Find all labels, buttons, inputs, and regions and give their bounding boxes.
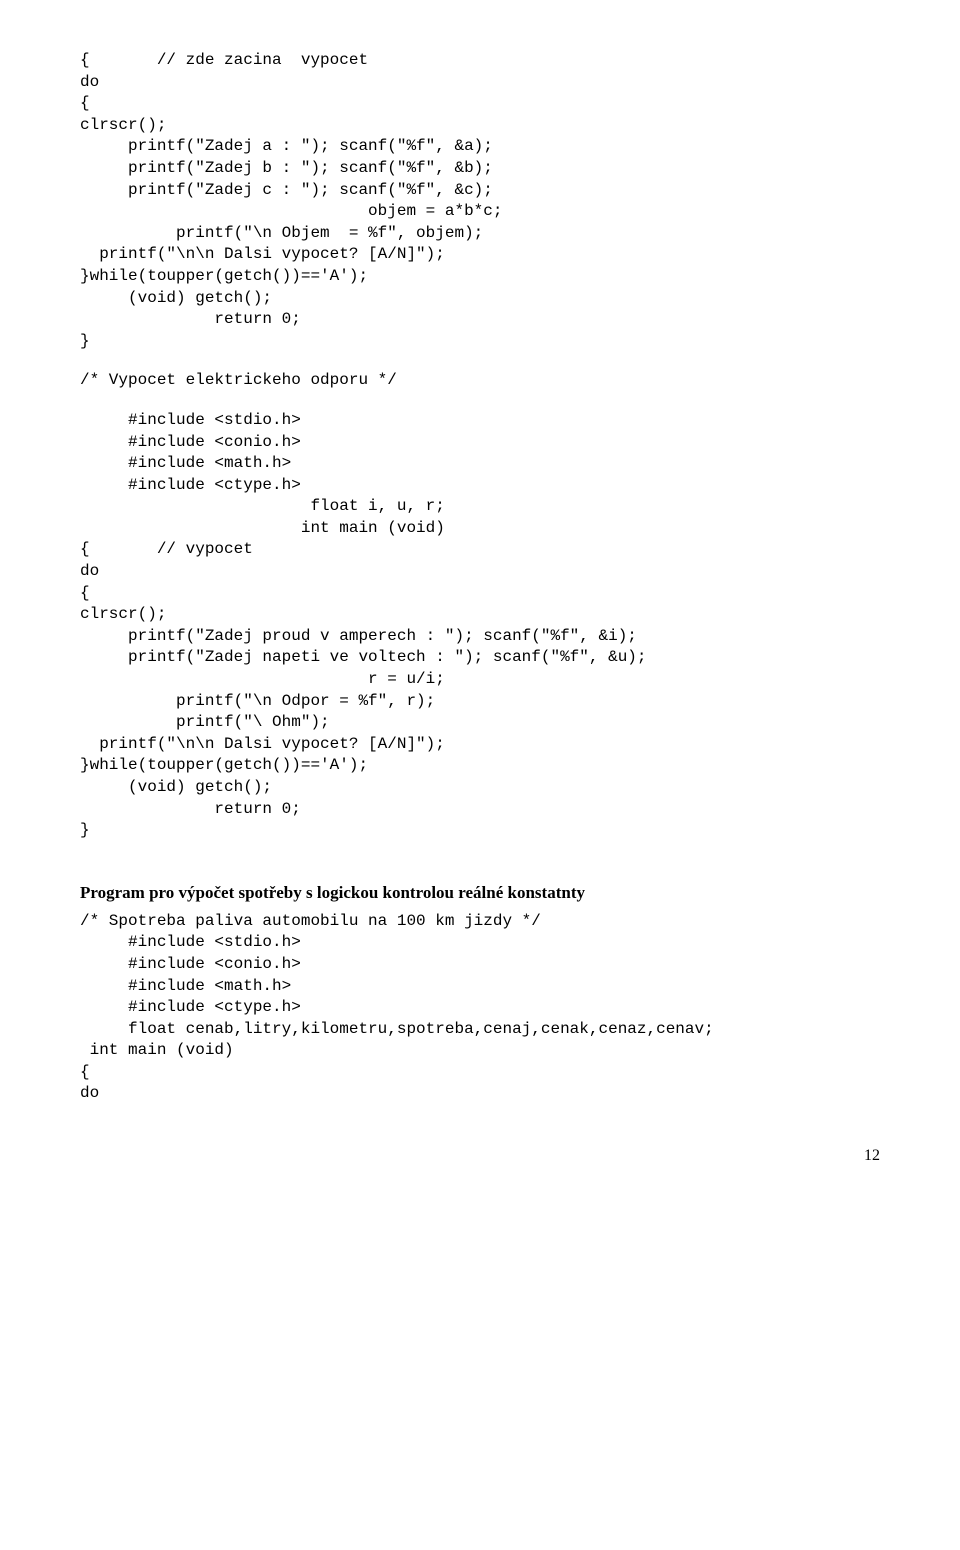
code-comment-1: /* Vypocet elektrickeho odporu */ [80, 370, 880, 392]
code-block-2: #include <stdio.h> #include <conio.h> #i… [80, 410, 880, 842]
page-number: 12 [80, 1145, 880, 1167]
code-block-3: /* Spotreba paliva automobilu na 100 km … [80, 911, 880, 1105]
code-block-1: { // zde zacina vypocet do { clrscr(); p… [80, 50, 880, 352]
section-heading: Program pro výpočet spotřeby s logickou … [80, 882, 880, 905]
